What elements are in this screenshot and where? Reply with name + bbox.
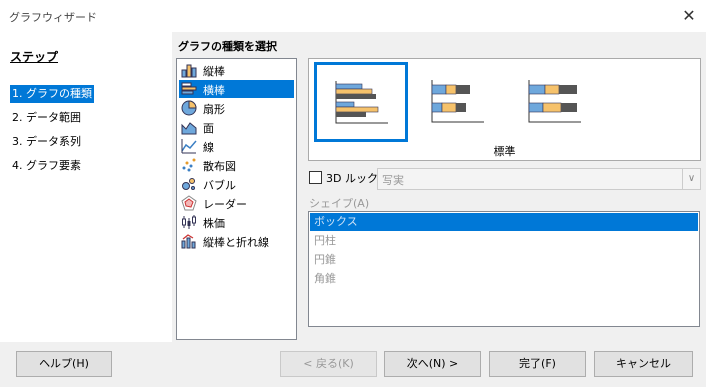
scatter-chart-icon bbox=[182, 158, 196, 172]
chart-type-stock[interactable]: 株価 bbox=[179, 213, 294, 231]
bubble-chart-icon bbox=[182, 178, 195, 190]
chart-type-pie[interactable]: 扇形 bbox=[179, 99, 294, 117]
help-button[interactable]: ヘルプ(H) bbox=[16, 351, 112, 377]
radar-chart-icon bbox=[181, 195, 197, 211]
chart-type-radar[interactable]: レーダー bbox=[179, 194, 294, 212]
window-title: グラフウィザード bbox=[9, 11, 97, 24]
line-chart-icon bbox=[181, 139, 197, 154]
step-chart-elements[interactable]: 4. グラフ要素 bbox=[10, 157, 83, 175]
finish-button[interactable]: 完了(F) bbox=[489, 351, 586, 377]
step-chart-type[interactable]: 1. グラフの種類 bbox=[10, 85, 94, 103]
column-chart-icon bbox=[181, 64, 197, 78]
bar-normal-icon bbox=[335, 81, 388, 124]
bar-stacked-icon bbox=[431, 80, 484, 123]
variant-normal[interactable] bbox=[314, 62, 408, 142]
cancel-button[interactable]: キャンセル bbox=[594, 351, 693, 377]
chart-type-area[interactable]: 面 bbox=[179, 118, 294, 136]
steps-pane: ステップ 1. グラフの種類 2. データ範囲 3. データ系列 4. グラフ要… bbox=[0, 32, 172, 342]
chart-type-column[interactable]: 縦棒 bbox=[179, 61, 294, 79]
steps-header: ステップ bbox=[10, 50, 59, 64]
title-bar: グラフウィザード ✕ bbox=[0, 0, 706, 32]
stock-chart-icon bbox=[182, 215, 196, 229]
variant-stacked[interactable] bbox=[411, 63, 503, 139]
chevron-down-icon: ∨ bbox=[682, 169, 700, 189]
3d-scheme-select[interactable]: 写実 ∨ bbox=[377, 168, 701, 190]
section-title: グラフの種類を選択 bbox=[178, 40, 277, 53]
next-button[interactable]: 次へ(N) > bbox=[384, 351, 481, 377]
bar-chart-icon bbox=[181, 82, 197, 95]
chart-type-bubble[interactable]: バブル bbox=[179, 175, 294, 193]
shape-list: ボックス 円柱 円錐 角錐 bbox=[308, 211, 700, 327]
column-line-chart-icon bbox=[181, 234, 196, 249]
chart-variant-gallery: 標準 bbox=[308, 58, 701, 161]
back-button[interactable]: < 戻る(K) bbox=[280, 351, 377, 377]
variant-label: 標準 bbox=[493, 145, 516, 158]
shape-item-cylinder[interactable]: 円柱 bbox=[310, 232, 698, 250]
chart-type-line[interactable]: 線 bbox=[179, 137, 294, 155]
shape-item-box[interactable]: ボックス bbox=[310, 213, 698, 231]
step-data-series[interactable]: 3. データ系列 bbox=[10, 133, 83, 151]
close-icon[interactable]: ✕ bbox=[676, 4, 702, 28]
shape-label: シェイプ(A) bbox=[309, 197, 370, 210]
area-chart-icon bbox=[181, 122, 197, 135]
3d-look-label: 3D ルック bbox=[326, 172, 378, 185]
chart-type-column-line[interactable]: 縦棒と折れ線 bbox=[179, 232, 294, 250]
variant-percent-stacked[interactable] bbox=[508, 63, 600, 139]
3d-scheme-value: 写実 bbox=[382, 174, 404, 187]
shape-item-cone[interactable]: 円錐 bbox=[310, 251, 698, 269]
shape-item-pyramid[interactable]: 角錐 bbox=[310, 270, 698, 288]
chart-type-scatter[interactable]: 散布図 bbox=[179, 156, 294, 174]
step-data-range[interactable]: 2. データ範囲 bbox=[10, 109, 83, 127]
chart-type-bar[interactable]: 横棒 bbox=[179, 80, 294, 98]
pie-chart-icon bbox=[181, 100, 197, 116]
bar-percent-stacked-icon bbox=[528, 80, 581, 123]
chart-type-list: 縦棒 横棒 扇形 面 線 散布図 バブル レーダー 株価 縦棒と折れ線 bbox=[176, 58, 297, 340]
3d-look-checkbox[interactable] bbox=[309, 171, 322, 184]
